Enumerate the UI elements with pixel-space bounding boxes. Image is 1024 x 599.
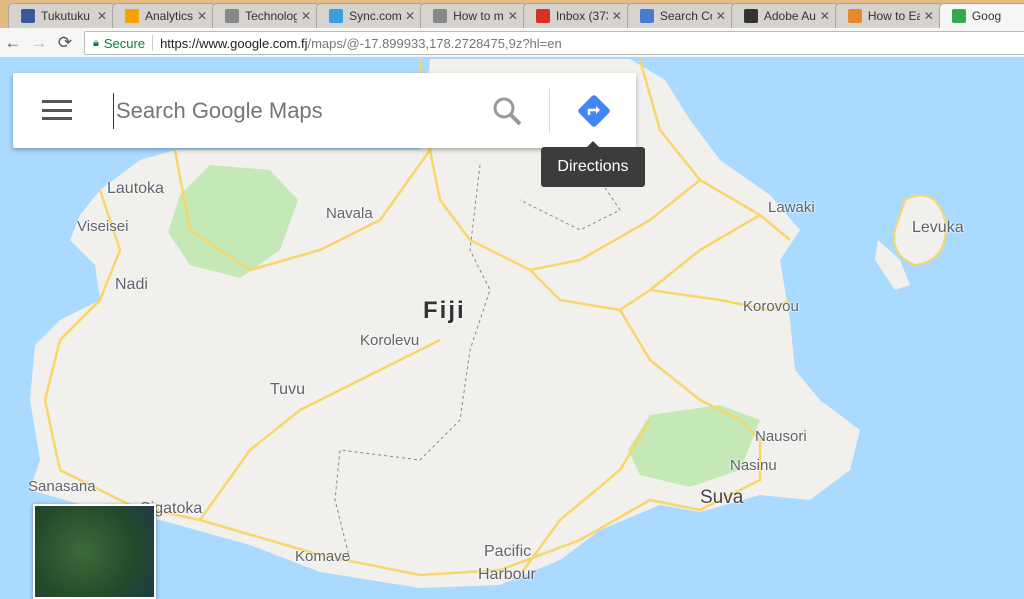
tab[interactable]: Search Co ✕: [626, 3, 735, 28]
place-label[interactable]: Nadi: [115, 276, 148, 294]
search-box: [13, 73, 636, 148]
lock-icon: 🔒︎: [93, 36, 99, 49]
tab[interactable]: Sync.com ✕: [316, 3, 425, 28]
place-label[interactable]: Navala: [326, 205, 373, 222]
menu-icon[interactable]: [42, 100, 72, 120]
search-icon[interactable]: [491, 95, 523, 127]
place-label[interactable]: Sanasana: [28, 478, 96, 495]
tab[interactable]: Inbox (373 ✕: [522, 3, 631, 28]
apple-icon: [743, 9, 758, 23]
place-label[interactable]: Tuvu: [270, 381, 305, 399]
tab-title: Analytics: [145, 9, 194, 23]
place-label[interactable]: Viseisei: [77, 218, 128, 235]
tab-title: Goog: [971, 9, 1002, 23]
close-icon[interactable]: ✕: [924, 9, 934, 23]
place-label[interactable]: Lautoka: [107, 180, 164, 198]
gmail-icon: [535, 9, 550, 23]
tab-title: Search Co: [659, 9, 712, 23]
tab[interactable]: How to Ea ✕: [834, 3, 943, 28]
place-label[interactable]: Fiji: [423, 297, 466, 325]
tab-title: Tukutuku l: [41, 9, 93, 23]
close-icon[interactable]: ✕: [508, 9, 518, 23]
place-label[interactable]: Korolevu: [360, 332, 419, 349]
place-label[interactable]: Harbour: [478, 566, 536, 584]
page-icon: [433, 9, 448, 23]
close-icon[interactable]: ✕: [301, 9, 311, 23]
url-path: /maps/@-17.899933,178.2728475,9z?hl=en: [307, 35, 562, 51]
search-input[interactable]: [113, 93, 483, 129]
close-icon[interactable]: ✕: [716, 9, 726, 23]
tab-title: Technolog: [245, 9, 298, 23]
analytics-icon: [125, 9, 139, 23]
tab[interactable]: Analytics ✕: [112, 3, 217, 28]
toolbar: ← → ⟳ 🔒︎ Secure https://www.google.com.f…: [0, 28, 1024, 58]
place-label[interactable]: Pacific: [484, 543, 531, 561]
close-icon[interactable]: ✕: [197, 9, 207, 23]
tab-title: Sync.com: [349, 9, 402, 23]
tab-title: How to m: [453, 9, 504, 23]
place-label[interactable]: Suva: [700, 487, 743, 509]
directions-tooltip: Directions: [541, 141, 645, 187]
place-label[interactable]: Korovou: [743, 298, 799, 315]
close-icon[interactable]: ✕: [405, 9, 415, 23]
divider: [549, 89, 550, 133]
search-console-icon: [639, 9, 654, 23]
close-icon[interactable]: ✕: [820, 9, 830, 23]
place-label[interactable]: Levuka: [912, 219, 964, 237]
place-label[interactable]: Nausori: [755, 428, 807, 445]
address-bar[interactable]: 🔒︎ Secure https://www.google.com.fj/maps…: [84, 31, 1024, 55]
reload-icon[interactable]: ⟳: [52, 33, 78, 53]
tab-title: How to Ea: [867, 9, 920, 23]
close-icon[interactable]: ✕: [612, 9, 622, 23]
directions-icon[interactable]: [577, 94, 611, 128]
tab[interactable]: Adobe Au ✕: [730, 3, 839, 28]
tab-title: Inbox (373: [555, 9, 608, 23]
tab[interactable]: Tukutuku l ✕: [8, 3, 116, 28]
tab-title: Adobe Au: [763, 9, 816, 23]
sync-icon: [329, 9, 344, 23]
facebook-icon: [21, 9, 35, 23]
back-icon[interactable]: ←: [0, 33, 26, 53]
tab[interactable]: How to m ✕: [420, 3, 527, 28]
tab[interactable]: Technolog ✕: [212, 3, 321, 28]
place-label[interactable]: Lawaki: [768, 199, 815, 216]
tab-strip: Tukutuku l ✕ Analytics ✕ Technolog ✕ Sync.com ✕…: [0, 0, 1024, 28]
tab[interactable]: Goog: [938, 3, 1024, 28]
place-label[interactable]: Nasinu: [730, 457, 777, 474]
satellite-layer-toggle[interactable]: [33, 504, 156, 599]
url-host: https://www.google.com.fj: [160, 35, 308, 51]
google-maps-icon: [951, 9, 966, 23]
site-icon: [847, 9, 862, 23]
close-icon[interactable]: ✕: [97, 9, 107, 23]
page-icon: [225, 9, 240, 23]
place-label[interactable]: Komave: [295, 548, 350, 565]
secure-label: Secure: [103, 35, 146, 51]
divider: [152, 35, 154, 51]
forward-icon[interactable]: →: [26, 33, 52, 53]
